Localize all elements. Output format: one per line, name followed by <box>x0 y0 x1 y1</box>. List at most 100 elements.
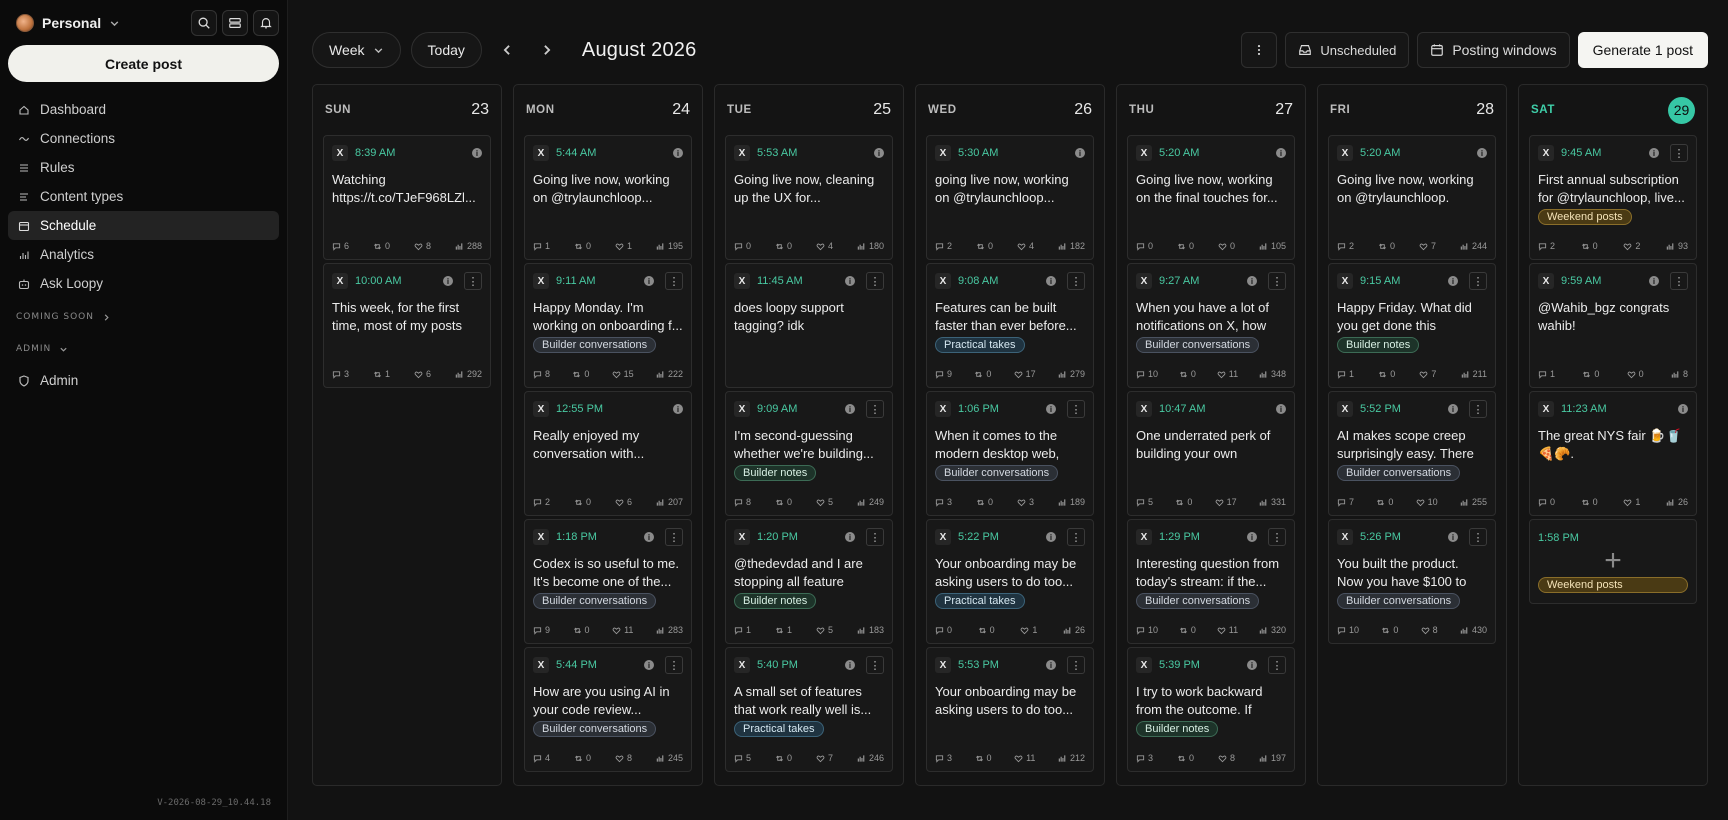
info-icon[interactable]: i <box>1247 276 1257 286</box>
sidebar-item-content-types[interactable]: Content types <box>8 182 279 211</box>
sidebar-item-schedule[interactable]: Schedule <box>8 211 279 240</box>
post-card[interactable]: X 5:53 PM i ⋮ Your onboarding may be ask… <box>926 647 1094 772</box>
post-card[interactable]: X 5:53 AM i Going live now, cleaning up … <box>725 135 893 260</box>
post-menu-button[interactable]: ⋮ <box>1469 528 1487 546</box>
info-icon[interactable]: i <box>1649 148 1659 158</box>
info-icon[interactable]: i <box>673 404 683 414</box>
post-card[interactable]: X 5:22 PM i ⋮ Your onboarding may be ask… <box>926 519 1094 644</box>
next-week-button[interactable] <box>532 35 562 65</box>
post-card[interactable]: X 9:08 AM i ⋮ Features can be built fast… <box>926 263 1094 388</box>
post-card[interactable]: X 12:55 PM i Really enjoyed my conversat… <box>524 391 692 516</box>
info-icon[interactable]: i <box>1046 532 1056 542</box>
post-menu-button[interactable]: ⋮ <box>1469 400 1487 418</box>
info-icon[interactable]: i <box>1276 148 1286 158</box>
post-menu-button[interactable]: ⋮ <box>866 400 884 418</box>
post-card[interactable]: X 5:30 AM i going live now, working on @… <box>926 135 1094 260</box>
info-icon[interactable]: i <box>1448 276 1458 286</box>
post-card[interactable]: X 5:20 AM i Going live now, working on @… <box>1328 135 1496 260</box>
post-menu-button[interactable]: ⋮ <box>665 528 683 546</box>
generate-post-button[interactable]: Generate 1 post <box>1577 32 1708 68</box>
post-card[interactable]: X 1:06 PM i ⋮ When it comes to the moder… <box>926 391 1094 516</box>
info-icon[interactable]: i <box>472 148 482 158</box>
post-menu-button[interactable]: ⋮ <box>665 272 683 290</box>
prev-week-button[interactable] <box>492 35 522 65</box>
plus-icon[interactable]: + <box>1530 544 1696 578</box>
post-menu-button[interactable]: ⋮ <box>866 656 884 674</box>
post-card[interactable]: X 9:15 AM i ⋮ Happy Friday. What did you… <box>1328 263 1496 388</box>
info-icon[interactable]: i <box>845 404 855 414</box>
info-icon[interactable]: i <box>1678 404 1688 414</box>
info-icon[interactable]: i <box>443 276 453 286</box>
info-icon[interactable]: i <box>1448 404 1458 414</box>
info-icon[interactable]: i <box>644 276 654 286</box>
post-menu-button[interactable]: ⋮ <box>1268 528 1286 546</box>
admin-section-toggle[interactable]: ADMIN <box>8 336 279 362</box>
layout-button[interactable] <box>222 10 248 36</box>
info-icon[interactable]: i <box>1276 404 1286 414</box>
post-menu-button[interactable]: ⋮ <box>1268 656 1286 674</box>
sidebar-item-rules[interactable]: Rules <box>8 153 279 182</box>
notifications-button[interactable] <box>253 10 279 36</box>
post-menu-button[interactable]: ⋮ <box>1670 272 1688 290</box>
post-card[interactable]: X 5:40 PM i ⋮ A small set of features th… <box>725 647 893 772</box>
sidebar-item-ask-loopy[interactable]: Ask Loopy <box>8 269 279 298</box>
post-card[interactable]: X 5:20 AM i Going live now, working on t… <box>1127 135 1295 260</box>
info-icon[interactable]: i <box>845 532 855 542</box>
post-card[interactable]: X 5:44 PM i ⋮ How are you using AI in yo… <box>524 647 692 772</box>
info-icon[interactable]: i <box>1448 532 1458 542</box>
post-card[interactable]: X 8:39 AM i Watching https://t.co/TJeF96… <box>323 135 491 260</box>
sidebar-item-admin[interactable]: Admin <box>8 366 279 395</box>
post-menu-button[interactable]: ⋮ <box>1067 400 1085 418</box>
post-menu-button[interactable]: ⋮ <box>866 272 884 290</box>
coming-soon-toggle[interactable]: COMING SOON <box>8 304 279 330</box>
post-card[interactable]: X 5:44 AM i Going live now, working on @… <box>524 135 692 260</box>
info-icon[interactable]: i <box>644 532 654 542</box>
post-menu-button[interactable]: ⋮ <box>464 272 482 290</box>
post-card[interactable]: X 9:11 AM i ⋮ Happy Monday. I'm working … <box>524 263 692 388</box>
sidebar-item-analytics[interactable]: Analytics <box>8 240 279 269</box>
info-icon[interactable]: i <box>1046 660 1056 670</box>
view-select[interactable]: Week <box>312 32 401 68</box>
post-card[interactable]: X 9:59 AM i ⋮ @Wahib_bgz congrats wahib!… <box>1529 263 1697 388</box>
info-icon[interactable]: i <box>1046 276 1056 286</box>
post-card[interactable]: X 5:52 PM i ⋮ AI makes scope creep surpr… <box>1328 391 1496 516</box>
info-icon[interactable]: i <box>673 148 683 158</box>
info-icon[interactable]: i <box>1046 404 1056 414</box>
today-button[interactable]: Today <box>410 32 482 68</box>
post-card[interactable]: X 1:20 PM i ⋮ @thedevdad and I are stopp… <box>725 519 893 644</box>
workspace-switcher[interactable]: Personal <box>8 14 128 32</box>
post-card[interactable]: X 9:45 AM i ⋮ First annual subscription … <box>1529 135 1697 260</box>
info-icon[interactable]: i <box>845 660 855 670</box>
post-menu-button[interactable]: ⋮ <box>1067 656 1085 674</box>
unscheduled-button[interactable]: Unscheduled <box>1285 32 1410 68</box>
sidebar-item-connections[interactable]: Connections <box>8 124 279 153</box>
info-icon[interactable]: i <box>845 276 855 286</box>
post-card[interactable]: X 10:47 AM i One underrated perk of buil… <box>1127 391 1295 516</box>
info-icon[interactable]: i <box>644 660 654 670</box>
info-icon[interactable]: i <box>1649 276 1659 286</box>
post-card[interactable]: X 5:39 PM i ⋮ I try to work backward fro… <box>1127 647 1295 772</box>
post-menu-button[interactable]: ⋮ <box>866 528 884 546</box>
search-button[interactable] <box>191 10 217 36</box>
posting-windows-button[interactable]: Posting windows <box>1417 32 1570 68</box>
post-menu-button[interactable]: ⋮ <box>1469 272 1487 290</box>
info-icon[interactable]: i <box>1247 660 1257 670</box>
more-options-button[interactable] <box>1241 32 1278 68</box>
post-card[interactable]: X 1:29 PM i ⋮ Interesting question from … <box>1127 519 1295 644</box>
post-menu-button[interactable]: ⋮ <box>1067 272 1085 290</box>
create-post-button[interactable]: Create post <box>8 45 279 82</box>
sidebar-item-dashboard[interactable]: Dashboard <box>8 95 279 124</box>
post-menu-button[interactable]: ⋮ <box>665 656 683 674</box>
post-card[interactable]: X 9:27 AM i ⋮ When you have a lot of not… <box>1127 263 1295 388</box>
post-menu-button[interactable]: ⋮ <box>1268 272 1286 290</box>
info-icon[interactable]: i <box>1075 148 1085 158</box>
post-card[interactable]: X 10:00 AM i ⋮ This week, for the first … <box>323 263 491 388</box>
post-menu-button[interactable]: ⋮ <box>1670 144 1688 162</box>
post-card[interactable]: X 1:18 PM i ⋮ Codex is so useful to me. … <box>524 519 692 644</box>
post-card[interactable]: X 5:26 PM i ⋮ You built the product. Now… <box>1328 519 1496 644</box>
open-slot-card[interactable]: 1:58 PM + Weekend posts <box>1529 519 1697 604</box>
post-menu-button[interactable]: ⋮ <box>1067 528 1085 546</box>
post-card[interactable]: X 11:23 AM i The great NYS fair 🍺🥤🍕🥐. 00… <box>1529 391 1697 516</box>
info-icon[interactable]: i <box>1247 532 1257 542</box>
info-icon[interactable]: i <box>874 148 884 158</box>
